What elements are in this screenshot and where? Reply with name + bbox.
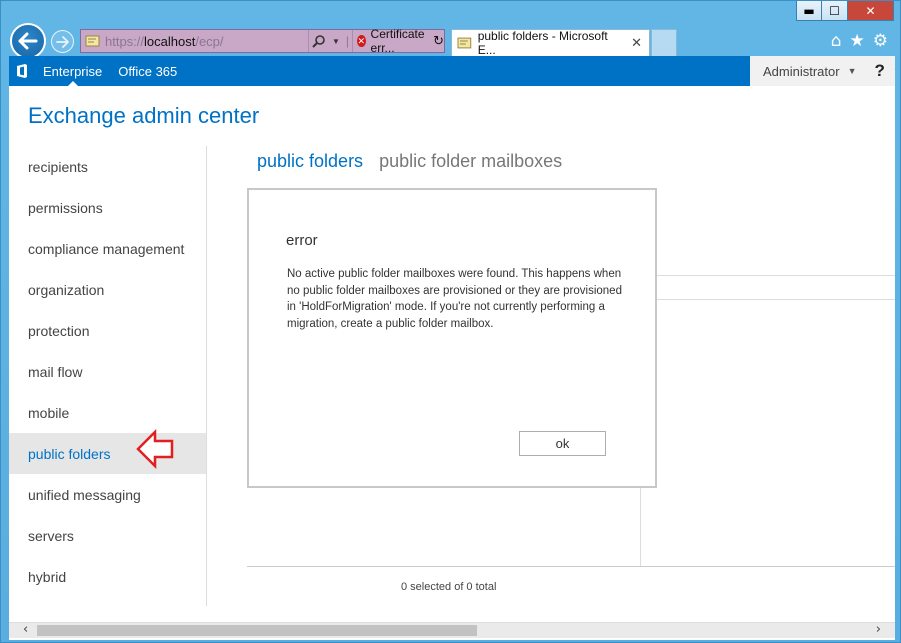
top-navigation-bar: Enterprise Office 365 Administrator ▼ ? … (9, 56, 895, 86)
help-chevron-icon[interactable]: ▼ (893, 66, 895, 76)
url-host: localhost (144, 33, 196, 49)
nav-item-unified-messaging[interactable]: unified messaging (9, 474, 207, 515)
address-tools: ▼ | (309, 30, 353, 52)
forward-button[interactable] (51, 30, 74, 53)
annotation-arrow-icon (136, 429, 174, 469)
ok-button[interactable]: ok (519, 431, 606, 456)
address-bar[interactable]: https:// localhost /ecp/ ▼ | ✕ Certifica… (80, 27, 445, 55)
horizontal-scrollbar[interactable]: ‹ › (9, 622, 895, 638)
topbar-enterprise[interactable]: Enterprise (35, 56, 110, 86)
page-title: Exchange admin center (28, 103, 260, 128)
scroll-left-icon[interactable]: ‹ (23, 622, 28, 637)
settings-gear-icon[interactable]: ⚙ (873, 31, 888, 51)
nav-item-recipients[interactable]: recipients (9, 146, 207, 187)
user-area: Administrator ▼ ? ▼ (750, 56, 895, 86)
selection-status: 0 selected of 0 total (401, 581, 497, 593)
nav-item-protection[interactable]: protection (9, 310, 207, 351)
refresh-icon[interactable]: ↻ (433, 33, 444, 49)
nav-item-mail-flow[interactable]: mail flow (9, 351, 207, 392)
nav-item-hybrid[interactable]: hybrid (9, 556, 207, 597)
search-dropdown-icon[interactable]: ▼ (332, 37, 340, 46)
favorites-icon[interactable]: ★ (850, 31, 865, 51)
office-logo-icon[interactable] (9, 56, 35, 86)
tab-public-folder-mailboxes[interactable]: public folder mailboxes (379, 151, 562, 172)
scrollbar-thumb[interactable] (37, 625, 477, 636)
nav-item-public-folders[interactable]: public folders (9, 433, 207, 474)
left-navigation: recipients permissions compliance manage… (9, 146, 207, 597)
maximize-button[interactable]: ☐ (822, 1, 848, 21)
arrow-left-icon (18, 32, 38, 50)
help-icon[interactable]: ? (875, 61, 885, 81)
error-icon: ✕ (357, 35, 366, 47)
user-menu-chevron-icon[interactable]: ▼ (848, 66, 857, 76)
tab-title: public folders - Microsoft E... (477, 29, 608, 57)
close-window-button[interactable]: ✕ (848, 1, 894, 21)
arrow-right-icon (56, 35, 69, 48)
search-icon[interactable] (312, 34, 326, 48)
page-content: Enterprise Office 365 Administrator ▼ ? … (9, 56, 895, 640)
url-field[interactable]: https:// localhost /ecp/ (81, 30, 310, 52)
window-controls: ▬ ☐ ✕ (796, 1, 894, 21)
nav-item-organization[interactable]: organization (9, 269, 207, 310)
scroll-right-icon[interactable]: › (876, 622, 881, 637)
nav-item-permissions[interactable]: permissions (9, 187, 207, 228)
page-icon (457, 37, 472, 49)
url-protocol: https:// (105, 33, 145, 49)
back-button[interactable] (10, 23, 46, 59)
page-icon (85, 35, 100, 47)
topbar-office365[interactable]: Office 365 (110, 56, 185, 86)
error-dialog: error No active public folder mailboxes … (247, 188, 657, 488)
new-tab-button[interactable] (651, 29, 677, 56)
url-path: /ecp/ (195, 33, 224, 49)
browser-window: ▬ ☐ ✕ https:// localhost /ecp/ ▼ | ✕ Cer… (0, 0, 901, 643)
close-tab-icon[interactable]: ✕ (631, 35, 642, 51)
dialog-title: error (286, 232, 318, 249)
separator: | (345, 34, 350, 48)
subtabs: public folders public folder mailboxes (257, 151, 562, 172)
nav-item-compliance-management[interactable]: compliance management (9, 228, 207, 269)
certificate-error-label: Certificate err... (370, 27, 425, 55)
dialog-message: No active public folder mailboxes were f… (287, 268, 622, 330)
home-icon[interactable]: ⌂ (831, 31, 842, 51)
divider (247, 566, 895, 567)
minimize-button[interactable]: ▬ (796, 1, 822, 21)
nav-divider (206, 146, 207, 606)
nav-item-mobile[interactable]: mobile (9, 392, 207, 433)
nav-item-servers[interactable]: servers (9, 515, 207, 556)
user-menu[interactable]: Administrator (750, 64, 840, 79)
browser-toolbar-right: ⌂ ★ ⚙ (831, 31, 888, 51)
browser-tab[interactable]: public folders - Microsoft E... ✕ (451, 29, 650, 57)
certificate-error-badge[interactable]: ✕ Certificate err... ↻ (352, 27, 444, 55)
tab-public-folders[interactable]: public folders (257, 151, 363, 172)
